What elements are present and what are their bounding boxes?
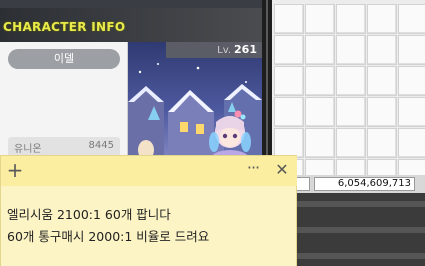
scene-illustration — [128, 63, 262, 168]
sticky-note-header[interactable]: + ··· ✕ — [1, 156, 297, 186]
inventory-slot[interactable] — [367, 128, 397, 158]
inventory-slot[interactable] — [274, 66, 304, 96]
inventory-slot[interactable] — [336, 35, 366, 65]
inventory-slot[interactable] — [305, 97, 335, 127]
inventory-slot[interactable] — [336, 97, 366, 127]
sticky-note[interactable]: + ··· ✕ 엘리시움 2100:1 60개 팝니다 60개 통구매시 200… — [0, 155, 297, 266]
note-line: 60개 통구매시 2000:1 비율로 드려요 — [7, 229, 210, 244]
inventory-slot[interactable] — [398, 4, 425, 34]
inventory-slot[interactable] — [398, 66, 425, 96]
inventory-slot[interactable] — [305, 66, 335, 96]
inventory-slot[interactable] — [367, 66, 397, 96]
note-line: 엘리시움 2100:1 60개 팝니다 — [7, 207, 171, 222]
level-badge: Lv. 261 — [166, 42, 262, 58]
meso-value: 6,054,609,713 — [314, 177, 415, 191]
plus-icon[interactable]: + — [4, 159, 26, 181]
window-title: CHARACTER INFO — [3, 20, 126, 34]
inventory-slot[interactable] — [336, 66, 366, 96]
union-label: 유니온 — [14, 144, 42, 155]
inventory-slot[interactable] — [336, 128, 366, 158]
union-row: 유니온 8445 — [8, 137, 120, 157]
sticky-note-body[interactable]: 엘리시움 2100:1 60개 팝니다 60개 통구매시 2000:1 비율로 … — [7, 204, 292, 248]
inventory-slot[interactable] — [305, 35, 335, 65]
level-prefix: Lv. — [217, 45, 232, 56]
close-icon[interactable]: ✕ — [271, 159, 293, 181]
inventory-slot[interactable] — [367, 97, 397, 127]
union-value: 8445 — [88, 140, 114, 151]
character-name: 이델 — [8, 49, 120, 69]
more-icon[interactable]: ··· — [241, 159, 265, 181]
inventory-slot[interactable] — [305, 4, 335, 34]
inventory-slot[interactable] — [398, 35, 425, 65]
inventory-slot[interactable] — [398, 97, 425, 127]
inventory-slot[interactable] — [274, 128, 304, 158]
character-portrait-scene: Lv. 261 — [128, 42, 262, 168]
title-bar: CHARACTER INFO — [0, 8, 262, 42]
inventory-slot[interactable] — [398, 128, 425, 158]
inventory-slot[interactable] — [274, 4, 304, 34]
inventory-slot[interactable] — [367, 4, 397, 34]
inventory-slot[interactable] — [305, 128, 335, 158]
character-info-window: CHARACTER INFO 이델 유니온 8445 Lv. 261 — [0, 0, 262, 168]
inventory-slot[interactable] — [367, 35, 397, 65]
inventory-slot[interactable] — [274, 35, 304, 65]
level-value: 261 — [234, 43, 257, 56]
inventory-slot[interactable] — [274, 97, 304, 127]
character-panel: 이델 유니온 8445 — [0, 42, 128, 168]
inventory-slot[interactable] — [336, 4, 366, 34]
